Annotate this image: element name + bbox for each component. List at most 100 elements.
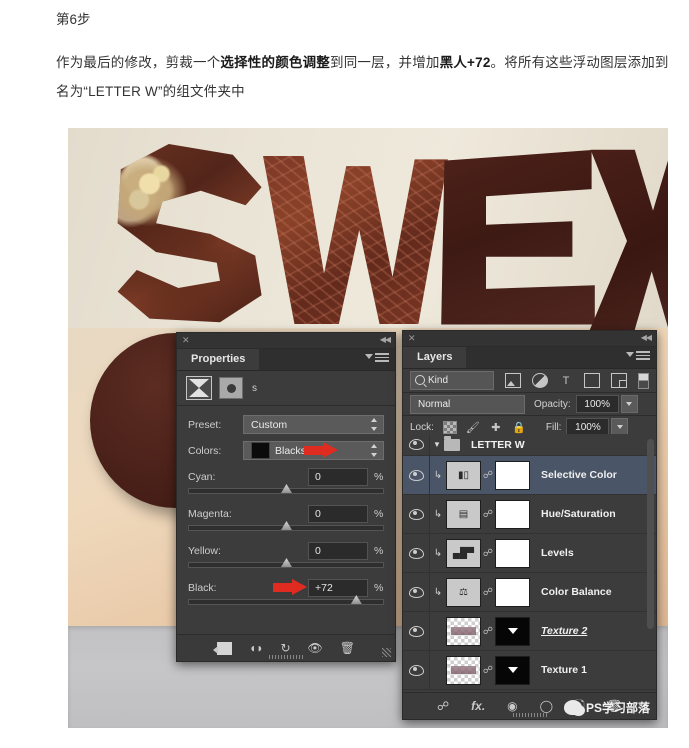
layer-mask-thumbnail[interactable]: [495, 655, 530, 685]
hue-saturation-icon[interactable]: ▤: [446, 499, 481, 529]
layer-thumbnail[interactable]: [446, 655, 481, 685]
table-row[interactable]: ☍ Texture 2: [403, 612, 656, 651]
color-balance-icon[interactable]: ⚖: [446, 577, 481, 607]
link-icon[interactable]: ☍: [481, 587, 495, 598]
layer-visibility-toggle[interactable]: [403, 651, 430, 689]
collapse-icon[interactable]: ◀◀: [380, 335, 391, 345]
cyan-slider[interactable]: [188, 484, 384, 494]
collapse-icon[interactable]: ◀◀: [641, 333, 652, 343]
layer-mask-thumbnail[interactable]: [495, 577, 530, 607]
close-icon[interactable]: ✕: [408, 333, 416, 343]
layer-name[interactable]: LETTER W: [471, 439, 525, 451]
chevron-down-icon[interactable]: ▼: [430, 440, 444, 449]
panel-drag-handle[interactable]: [512, 713, 547, 717]
filter-type-icon[interactable]: T: [559, 374, 573, 387]
black-value-input[interactable]: +72: [308, 578, 368, 597]
layers-scrollbar[interactable]: [647, 439, 654, 629]
layer-mask-icon[interactable]: [219, 377, 243, 399]
layer-mask-thumbnail[interactable]: [495, 538, 530, 568]
layer-name[interactable]: Color Balance: [541, 586, 612, 598]
table-row[interactable]: ↳ ▄█▀ ☍ Levels: [403, 534, 656, 573]
tab-properties[interactable]: Properties: [177, 349, 260, 370]
table-row[interactable]: ☍ Texture 1: [403, 651, 656, 690]
layer-name[interactable]: Hue/Saturation: [541, 508, 616, 520]
panel-menu-icon[interactable]: [636, 351, 650, 363]
close-icon[interactable]: ✕: [182, 335, 190, 345]
chevron-down-icon[interactable]: [626, 352, 634, 357]
filter-smart-object-icon[interactable]: [611, 373, 627, 388]
filter-toggle-icon[interactable]: [638, 372, 649, 389]
cyan-value-input[interactable]: 0: [308, 467, 368, 486]
layer-mask-thumbnail[interactable]: [495, 499, 530, 529]
lock-position-icon[interactable]: ✚: [489, 421, 503, 434]
tab-layers[interactable]: Layers: [403, 347, 467, 368]
layer-mask-thumbnail[interactable]: [495, 616, 530, 646]
link-layers-icon[interactable]: ☍: [437, 700, 449, 712]
add-mask-icon[interactable]: ◉: [507, 700, 517, 712]
resize-grip-icon[interactable]: [382, 648, 391, 657]
layer-style-fx-icon[interactable]: fx.: [471, 700, 485, 712]
layer-thumbnail[interactable]: [446, 616, 481, 646]
view-previous-state-icon[interactable]: ◖◗: [249, 642, 264, 654]
layer-name[interactable]: Selective Color: [541, 469, 617, 481]
layer-visibility-toggle[interactable]: [403, 612, 430, 650]
magenta-slider[interactable]: [188, 521, 384, 531]
colors-value: Blacks: [275, 444, 306, 457]
layer-visibility-toggle[interactable]: [403, 434, 430, 455]
table-row[interactable]: ↳ ⚖ ☍ Color Balance: [403, 573, 656, 612]
link-icon[interactable]: ☍: [481, 626, 495, 637]
reset-icon[interactable]: ↻: [280, 642, 290, 654]
link-icon[interactable]: ☍: [481, 470, 495, 481]
layers-list[interactable]: ▼ LETTER W ↳ ▮▯ ☍ Selective Color ↳ ▤ ☍ …: [403, 434, 656, 693]
black-label: Black:: [188, 581, 217, 594]
filter-shape-icon[interactable]: [584, 373, 600, 388]
magenta-value-input[interactable]: 0: [308, 504, 368, 523]
toggle-visibility-icon[interactable]: 👁: [308, 642, 323, 654]
clip-to-layer-icon[interactable]: [212, 641, 232, 655]
opacity-value[interactable]: 100%: [575, 395, 619, 413]
preset-dropdown[interactable]: Custom: [243, 415, 384, 434]
selective-color-icon[interactable]: ▮▯: [446, 460, 481, 490]
table-row[interactable]: ↳ ▤ ☍ Hue/Saturation: [403, 495, 656, 534]
properties-panel[interactable]: ✕ ◀◀ Properties s Preset: Custom Colors:: [176, 332, 396, 662]
layer-visibility-toggle[interactable]: [403, 573, 430, 611]
clipping-mask-icon: ↳: [433, 508, 443, 520]
filter-kind-dropdown[interactable]: Kind: [410, 371, 494, 390]
layer-name[interactable]: Texture 2: [541, 625, 587, 637]
table-row[interactable]: ↳ ▮▯ ☍ Selective Color: [403, 456, 656, 495]
layer-visibility-toggle[interactable]: [403, 495, 430, 533]
layer-visibility-toggle[interactable]: [403, 456, 430, 494]
layer-visibility-toggle[interactable]: [403, 534, 430, 572]
properties-titlebar: ✕ ◀◀: [177, 333, 395, 349]
layer-name[interactable]: Texture 1: [541, 664, 587, 676]
chevron-down-icon[interactable]: [365, 354, 373, 359]
magenta-slider-knob[interactable]: [281, 521, 292, 530]
new-group-icon[interactable]: ◯: [540, 700, 553, 712]
layers-filter-row: Kind T: [403, 369, 656, 393]
layers-panel[interactable]: ✕ ◀◀ Layers Kind T Normal Opacity: 100% …: [402, 330, 657, 720]
lock-transparent-icon[interactable]: [442, 420, 457, 434]
panel-drag-handle[interactable]: [269, 655, 303, 659]
table-row[interactable]: ▼ LETTER W: [403, 434, 656, 456]
opacity-spinner[interactable]: [620, 395, 638, 413]
link-icon[interactable]: ☍: [481, 548, 495, 559]
filter-adjustment-icon[interactable]: [532, 373, 548, 388]
lock-all-icon[interactable]: 🔒: [512, 421, 526, 434]
panel-menu-icon[interactable]: [375, 353, 389, 365]
black-slider[interactable]: [188, 595, 384, 605]
yellow-value-input[interactable]: 0: [308, 541, 368, 560]
blend-mode-dropdown[interactable]: Normal: [410, 394, 525, 414]
lock-image-icon[interactable]: 🖌: [466, 421, 480, 434]
levels-icon[interactable]: ▄█▀: [446, 538, 481, 568]
yellow-slider[interactable]: [188, 558, 384, 568]
layer-mask-thumbnail[interactable]: [495, 460, 530, 490]
colors-dropdown[interactable]: Blacks: [243, 441, 384, 460]
layer-name[interactable]: Levels: [541, 547, 574, 559]
delete-icon[interactable]: 🗑: [340, 642, 355, 654]
yellow-slider-knob[interactable]: [281, 558, 292, 567]
link-icon[interactable]: ☍: [481, 665, 495, 676]
filter-image-icon[interactable]: [505, 373, 521, 388]
cyan-slider-knob[interactable]: [281, 484, 292, 493]
embedded-screenshot: ✕ ◀◀ Properties s Preset: Custom Colors:: [68, 128, 668, 728]
link-icon[interactable]: ☍: [481, 509, 495, 520]
